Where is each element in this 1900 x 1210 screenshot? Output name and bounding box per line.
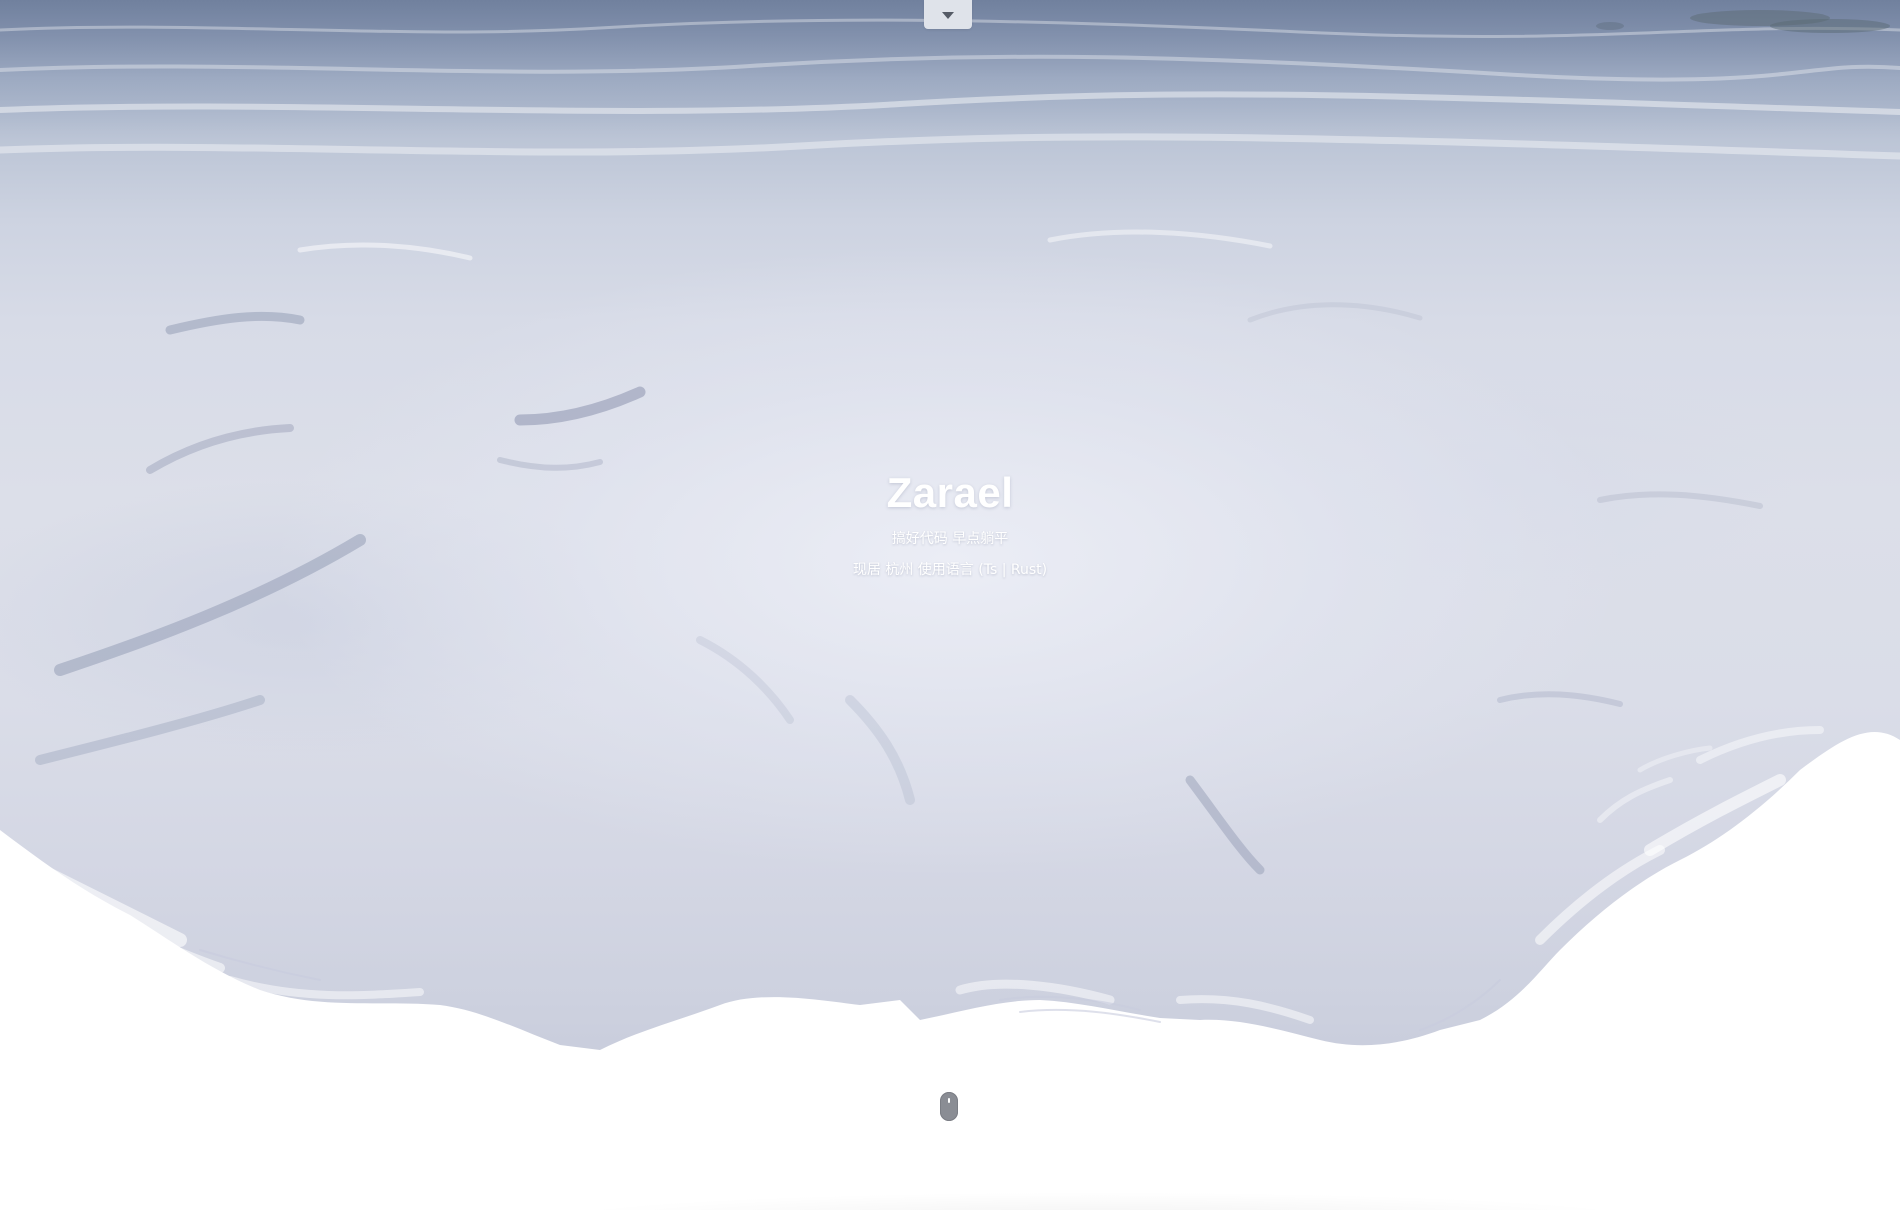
bottom-shadow bbox=[0, 1180, 1900, 1210]
caret-down-icon bbox=[942, 12, 954, 19]
mouse-wheel-icon bbox=[948, 1098, 950, 1103]
hero-text-block: Zarael 搞好代码 早点躺平 现居 杭州 使用语言 (Ts | Rust) bbox=[0, 466, 1900, 580]
brush-stroke-edge bbox=[0, 726, 1900, 1120]
hero-info: 现居 杭州 使用语言 (Ts | Rust) bbox=[852, 562, 1048, 578]
page: Zarael 搞好代码 早点躺平 现居 杭州 使用语言 (Ts | Rust) bbox=[0, 0, 1900, 1210]
scroll-down-mouse-icon[interactable] bbox=[940, 1092, 958, 1121]
top-toggle-button[interactable] bbox=[924, 0, 972, 29]
hero-tagline: 搞好代码 早点躺平 bbox=[891, 531, 1009, 547]
hero-title: Zarael bbox=[886, 469, 1014, 516]
